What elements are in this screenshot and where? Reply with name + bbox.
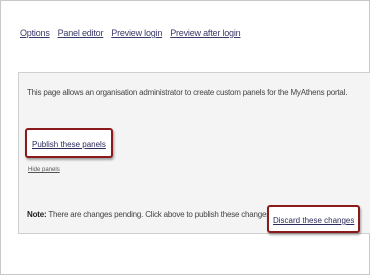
note-label: Note: [27, 210, 47, 219]
tab-options[interactable]: Options [20, 28, 50, 38]
pending-note: Note: There are changes pending. Click a… [27, 210, 272, 219]
publish-highlight-box: Publish these panels [25, 128, 113, 158]
tab-preview-login[interactable]: Preview login [111, 28, 162, 38]
tab-panel-editor[interactable]: Panel editor [58, 28, 104, 38]
tab-preview-after-login[interactable]: Preview after login [170, 28, 240, 38]
secondary-link[interactable]: Hide panels [28, 167, 60, 173]
page-frame: Options Panel editor Preview login Previ… [0, 0, 370, 275]
discard-changes-link[interactable]: Discard these changes [273, 216, 354, 225]
discard-highlight-box: Discard these changes [267, 205, 361, 233]
note-text: There are changes pending. Click above t… [46, 210, 273, 219]
publish-panels-link[interactable]: Publish these panels [32, 140, 106, 149]
intro-text: This page allows an organisation adminis… [27, 88, 348, 97]
publish-panel: This page allows an organisation adminis… [18, 72, 370, 234]
tab-bar: Options Panel editor Preview login Previ… [20, 28, 241, 38]
